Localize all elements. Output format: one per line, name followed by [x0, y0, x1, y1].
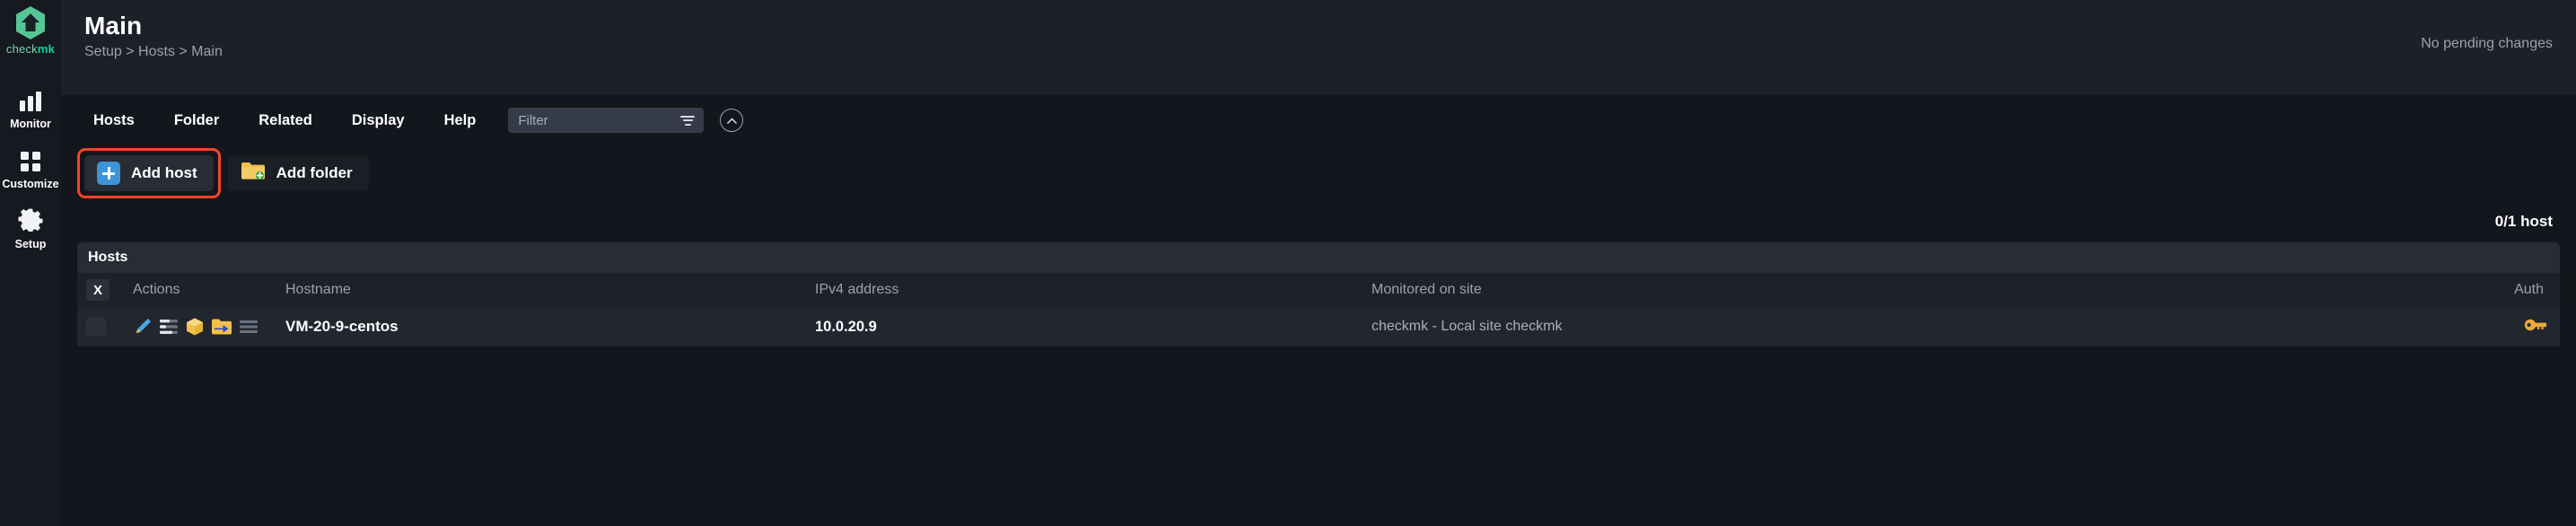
- checkmk-hexagon-logo: [15, 6, 45, 39]
- sidebar-item-label: Monitor: [10, 118, 51, 130]
- row-ipv4: 10.0.20.9: [808, 307, 1364, 346]
- add-folder-button[interactable]: Add folder: [227, 155, 369, 191]
- sidebar-item-label: Customize: [2, 178, 59, 190]
- filter-placeholder: Filter: [518, 112, 548, 128]
- hosts-table-grid: X Actions Hostname IPv4 address Monitore…: [77, 273, 2560, 346]
- checkmk-setup-page: checkmk Monitor Customize Setup Main Set…: [0, 0, 2576, 526]
- table-header-row: X Actions Hostname IPv4 address Monitore…: [77, 273, 2560, 307]
- row-select-cell: [77, 307, 126, 346]
- logo-text: checkmk: [6, 42, 55, 56]
- menu-item-folder[interactable]: Folder: [154, 105, 239, 136]
- breadcrumb: Setup > Hosts > Main: [84, 44, 223, 60]
- sidebar-item-setup[interactable]: Setup: [0, 196, 61, 256]
- select-all-toggle[interactable]: X: [86, 279, 110, 301]
- collapse-toggle-button[interactable]: [720, 109, 744, 132]
- add-host-highlight: Add host: [77, 148, 221, 198]
- detail-lines-icon[interactable]: [239, 317, 258, 337]
- logo-text-light: check: [5, 42, 38, 56]
- blue-plus-icon: [97, 162, 120, 185]
- action-bar: Add host Add folder: [61, 145, 2576, 201]
- column-header-site: Monitored on site: [1364, 273, 2352, 307]
- pending-changes-status: No pending changes: [2421, 36, 2553, 51]
- grid-squares-icon: [21, 145, 40, 171]
- column-header-select: X: [77, 273, 126, 307]
- menu-item-display[interactable]: Display: [332, 105, 425, 136]
- add-folder-wrap: Add folder: [221, 148, 376, 198]
- table-row[interactable]: VM-20-9-centos 10.0.20.9 checkmk - Local…: [77, 307, 2560, 346]
- column-header-ipv4: IPv4 address: [808, 273, 1364, 307]
- host-count-row: 0/1 host: [61, 201, 2576, 242]
- column-header-auth: Auth: [2352, 273, 2560, 307]
- filter-input[interactable]: Filter: [508, 108, 705, 133]
- menu-item-related[interactable]: Related: [239, 105, 332, 136]
- filter-icon: [680, 115, 696, 126]
- column-header-actions: Actions: [126, 273, 278, 307]
- sidebar-item-label: Setup: [14, 238, 47, 250]
- row-actions-cell: [126, 307, 278, 346]
- menu-bar: Hosts Folder Related Display Help Filter: [61, 95, 2576, 145]
- parameters-sliders-icon[interactable]: [159, 317, 179, 337]
- row-checkbox[interactable]: [86, 317, 106, 337]
- hosts-table-title: Hosts: [77, 242, 2560, 273]
- host-count: 0/1 host: [2494, 213, 2553, 230]
- row-hostname[interactable]: VM-20-9-centos: [278, 307, 808, 346]
- menu-item-help[interactable]: Help: [425, 105, 496, 136]
- service-discovery-cube-icon[interactable]: [185, 317, 205, 337]
- row-site: checkmk - Local site checkmk: [1364, 307, 2352, 346]
- key-icon[interactable]: [2524, 319, 2547, 336]
- page-header: Main Setup > Hosts > Main No pending cha…: [61, 0, 2576, 95]
- title-block: Main Setup > Hosts > Main: [84, 12, 223, 95]
- sidebar-item-monitor[interactable]: Monitor: [0, 75, 61, 136]
- page-title: Main: [84, 12, 143, 39]
- menu-item-hosts[interactable]: Hosts: [74, 105, 154, 136]
- chevron-up-icon: [726, 117, 737, 124]
- main-content: Main Setup > Hosts > Main No pending cha…: [61, 0, 2576, 526]
- hosts-table: Hosts X Actions Hostname IPv4 address Mo…: [77, 242, 2560, 346]
- sidebar: checkmk Monitor Customize Setup: [0, 0, 61, 526]
- add-host-label: Add host: [131, 164, 197, 181]
- checkmk-logo[interactable]: checkmk: [6, 5, 55, 56]
- move-to-folder-icon[interactable]: [211, 317, 232, 337]
- add-folder-label: Add folder: [276, 164, 353, 181]
- column-header-hostname: Hostname: [278, 273, 808, 307]
- bar-chart-icon: [20, 84, 41, 111]
- gear-icon: [18, 205, 43, 232]
- row-auth-cell: [2352, 307, 2560, 346]
- folder-plus-icon: [241, 161, 266, 186]
- edit-pencil-icon[interactable]: [133, 317, 153, 337]
- sidebar-item-customize[interactable]: Customize: [0, 136, 61, 196]
- add-host-button[interactable]: Add host: [84, 155, 214, 191]
- logo-text-bold: mk: [37, 42, 56, 56]
